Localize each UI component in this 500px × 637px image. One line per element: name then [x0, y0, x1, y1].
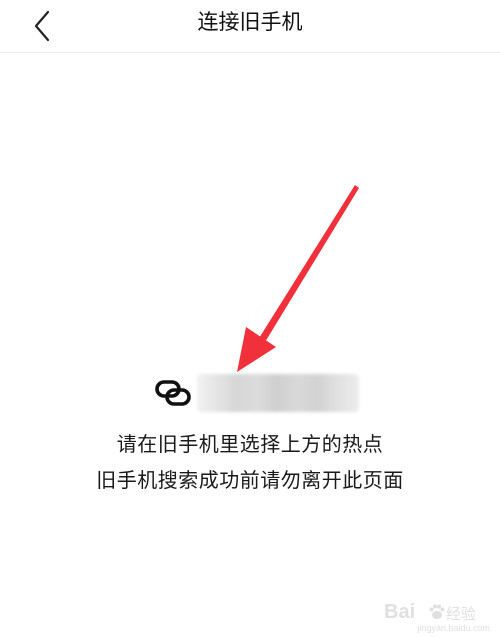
- arrow-head: [237, 327, 276, 372]
- chevron-left-icon: [34, 10, 50, 42]
- back-button[interactable]: [22, 4, 66, 48]
- watermark-brand: Bai: [384, 601, 416, 623]
- top-bar: 连接旧手机: [0, 0, 500, 53]
- arrow-shaft: [256, 185, 359, 347]
- paw-icon: [429, 604, 445, 619]
- annotation-arrow: [237, 185, 359, 372]
- hotspot-entry[interactable]: [155, 372, 365, 414]
- instruction-line-1: 请在旧手机里选择上方的热点: [116, 432, 384, 456]
- hotspot-name-redacted: [197, 374, 359, 412]
- page-title: 连接旧手机: [197, 10, 303, 34]
- watermark: Bai 经验 jingyan.baidu.com: [384, 599, 490, 633]
- watermark-url: jingyan.baidu.com: [417, 623, 490, 633]
- link-icon: [155, 380, 191, 406]
- instruction-line-2: 旧手机搜索成功前请勿离开此页面: [96, 468, 404, 492]
- watermark-suffix: 经验: [446, 605, 477, 623]
